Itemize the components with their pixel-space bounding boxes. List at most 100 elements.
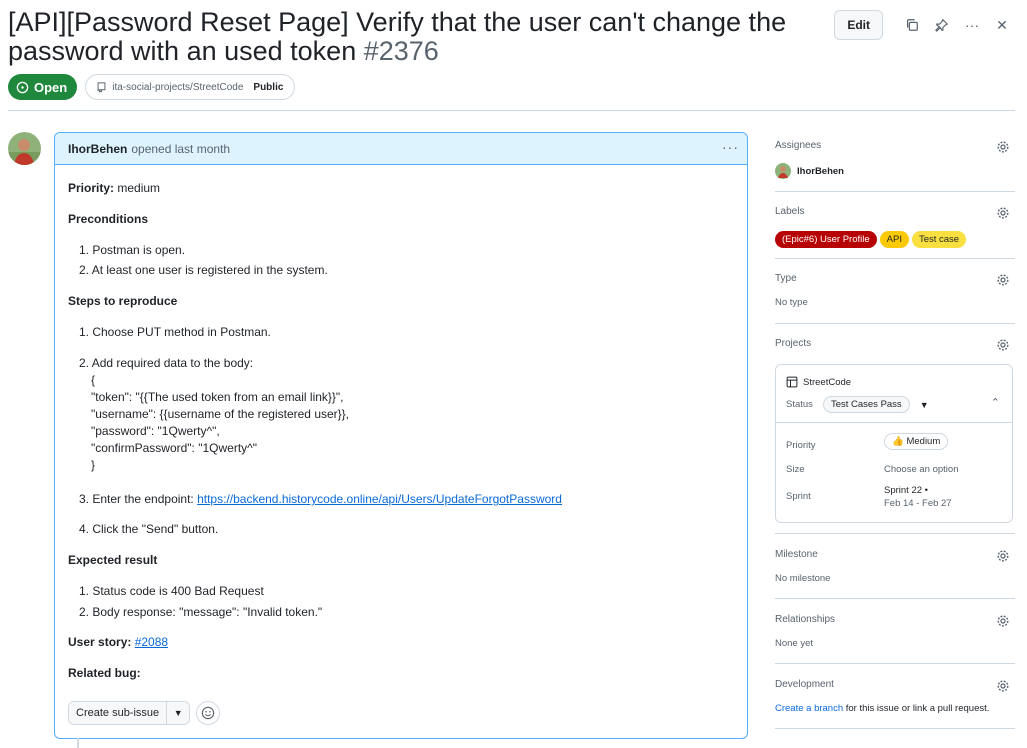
- labels-list: (Epic#6) User Profile API Test case: [775, 229, 969, 248]
- sidebar-divider: [775, 663, 1015, 664]
- precondition-1: 1. Postman is open.: [79, 243, 186, 257]
- sidebar-divider: [775, 258, 1015, 259]
- sidebar-divider: [775, 533, 1015, 534]
- development-value: Create a branch for this issue or link a…: [775, 703, 989, 714]
- development-rest: for this issue or link a pull request.: [843, 703, 990, 714]
- gear-icon[interactable]: [996, 679, 1010, 693]
- caret-down-icon[interactable]: ▼: [920, 400, 929, 410]
- issue-comment: IhorBehen opened last month ··· Priority…: [54, 132, 748, 739]
- copy-icon[interactable]: [897, 11, 927, 39]
- preconditions-heading: Preconditions: [68, 212, 149, 226]
- pin-icon[interactable]: [927, 11, 957, 39]
- gear-icon[interactable]: [996, 614, 1010, 628]
- priority-field[interactable]: 👍 Medium: [884, 433, 949, 450]
- body-line: "confirmPassword": "1Qwerty^": [91, 441, 258, 455]
- table-icon: [786, 376, 798, 388]
- gear-icon[interactable]: [996, 338, 1010, 352]
- project-title-row[interactable]: StreetCode: [786, 376, 851, 388]
- status-value[interactable]: Test Cases Pass: [822, 396, 910, 413]
- expected-1: 1. Status code is 400 Bad Request: [79, 584, 264, 598]
- sprint-dates: Feb 14 - Feb 27: [884, 498, 952, 509]
- endpoint-link[interactable]: https://backend.historycode.online/api/U…: [197, 492, 562, 506]
- status-row: Status Test Cases Pass ▼: [786, 396, 929, 413]
- create-branch-link[interactable]: Create a branch: [775, 703, 843, 714]
- milestone-value: No milestone: [775, 573, 831, 584]
- sprint-value[interactable]: Sprint 22 •: [884, 485, 928, 496]
- create-sub-issue-split-button: Create sub-issue ▼: [68, 701, 191, 725]
- issue-open-icon: [16, 81, 29, 93]
- gear-icon[interactable]: [996, 549, 1010, 563]
- gear-icon[interactable]: [996, 206, 1010, 220]
- label-pill[interactable]: API: [879, 231, 909, 248]
- repo-icon: [97, 82, 106, 93]
- chevron-up-icon[interactable]: ⌃: [991, 396, 1000, 409]
- sidebar-divider: [775, 728, 1015, 729]
- state-label: Open: [34, 79, 68, 95]
- sidebar-divider: [775, 323, 1015, 324]
- create-sub-issue-button[interactable]: Create sub-issue: [69, 702, 167, 724]
- assignees-title: Assignees: [775, 140, 822, 151]
- repo-name: ita-social-projects/StreetCode: [112, 81, 244, 93]
- step-3: 3. Enter the endpoint: https://backend.h…: [79, 492, 562, 506]
- comment-header: IhorBehen opened last month ···: [55, 133, 747, 165]
- milestone-title: Milestone: [775, 549, 818, 560]
- user-story-link[interactable]: #2088: [135, 635, 168, 649]
- relationships-value: None yet: [775, 638, 814, 649]
- assignee-item[interactable]: IhorBehen: [775, 163, 844, 179]
- visibility-badge: Public: [248, 79, 289, 95]
- comment-options-icon[interactable]: ···: [722, 139, 739, 155]
- precondition-2: 2. At least one user is registered in th…: [79, 263, 328, 277]
- comment-author[interactable]: IhorBehen: [68, 142, 127, 156]
- priority-value: medium: [114, 181, 161, 195]
- projects-title: Projects: [775, 338, 812, 349]
- body-line: "username": {{username of the registered…: [91, 407, 350, 421]
- comment-meta[interactable]: opened last month: [131, 142, 230, 156]
- header-actions: Edit ··· ✕: [834, 10, 1017, 40]
- issue-number: #2376: [363, 36, 439, 66]
- expected-heading: Expected result: [68, 553, 158, 567]
- body-line: {: [91, 373, 96, 387]
- priority-label: Priority: [786, 440, 816, 451]
- assignees-section: Assignees IhorBehen: [775, 140, 1015, 179]
- label-pill[interactable]: (Epic#6) User Profile: [775, 231, 877, 248]
- step-1: 1. Choose PUT method in Postman.: [79, 325, 271, 339]
- edit-button[interactable]: Edit: [834, 10, 883, 40]
- card-divider: [776, 422, 1012, 423]
- projects-section: Projects: [775, 338, 1015, 352]
- more-options-icon[interactable]: ···: [957, 11, 987, 39]
- size-value[interactable]: Choose an option: [884, 464, 958, 475]
- type-section: Type No type: [775, 273, 1015, 308]
- gear-icon[interactable]: [996, 140, 1010, 154]
- body-line: "token": "{{The used token from an email…: [91, 390, 344, 404]
- body-line: "password": "1Qwerty^",: [91, 424, 220, 438]
- title-line1: [API][Password Reset Page] Verify that t…: [8, 7, 787, 37]
- project-card: StreetCode Status Test Cases Pass ▼ ⌃ Pr…: [775, 364, 1013, 523]
- chevron-down-icon[interactable]: ▼: [166, 702, 190, 724]
- author-avatar[interactable]: [8, 132, 41, 165]
- type-value: No type: [775, 297, 808, 308]
- related-bug-label: Related bug:: [68, 666, 141, 680]
- step-2: 2. Add required data to the body:: [79, 356, 254, 370]
- expected-2: 2. Body response: "message": "Invalid to…: [79, 605, 323, 619]
- close-icon[interactable]: ✕: [987, 11, 1017, 39]
- user-story-line: User story: #2088: [68, 635, 168, 649]
- issue-state-row: Open ita-social-projects/StreetCode Publ…: [8, 74, 296, 100]
- steps-heading: Steps to reproduce: [68, 294, 178, 308]
- label-pill[interactable]: Test case: [911, 231, 967, 248]
- sprint-label: Sprint: [786, 491, 811, 502]
- gear-icon[interactable]: [996, 273, 1010, 287]
- timeline-line: [77, 738, 79, 748]
- development-title: Development: [775, 679, 834, 690]
- comment-footer: Create sub-issue ▼: [68, 701, 221, 725]
- step-4: 4. Click the "Send" button.: [79, 522, 219, 536]
- size-label: Size: [786, 464, 805, 475]
- assignee-avatar: [775, 163, 791, 179]
- development-section: Development Create a branch for this iss…: [775, 679, 1015, 714]
- priority-line: Priority: medium: [68, 181, 160, 195]
- repo-pill[interactable]: ita-social-projects/StreetCode Public: [85, 74, 296, 100]
- body-line: }: [91, 458, 96, 472]
- open-state-badge: Open: [8, 74, 78, 100]
- relationships-section: Relationships None yet: [775, 614, 1015, 649]
- priority-pill: 👍 Medium: [884, 433, 949, 450]
- smiley-icon[interactable]: [196, 701, 221, 725]
